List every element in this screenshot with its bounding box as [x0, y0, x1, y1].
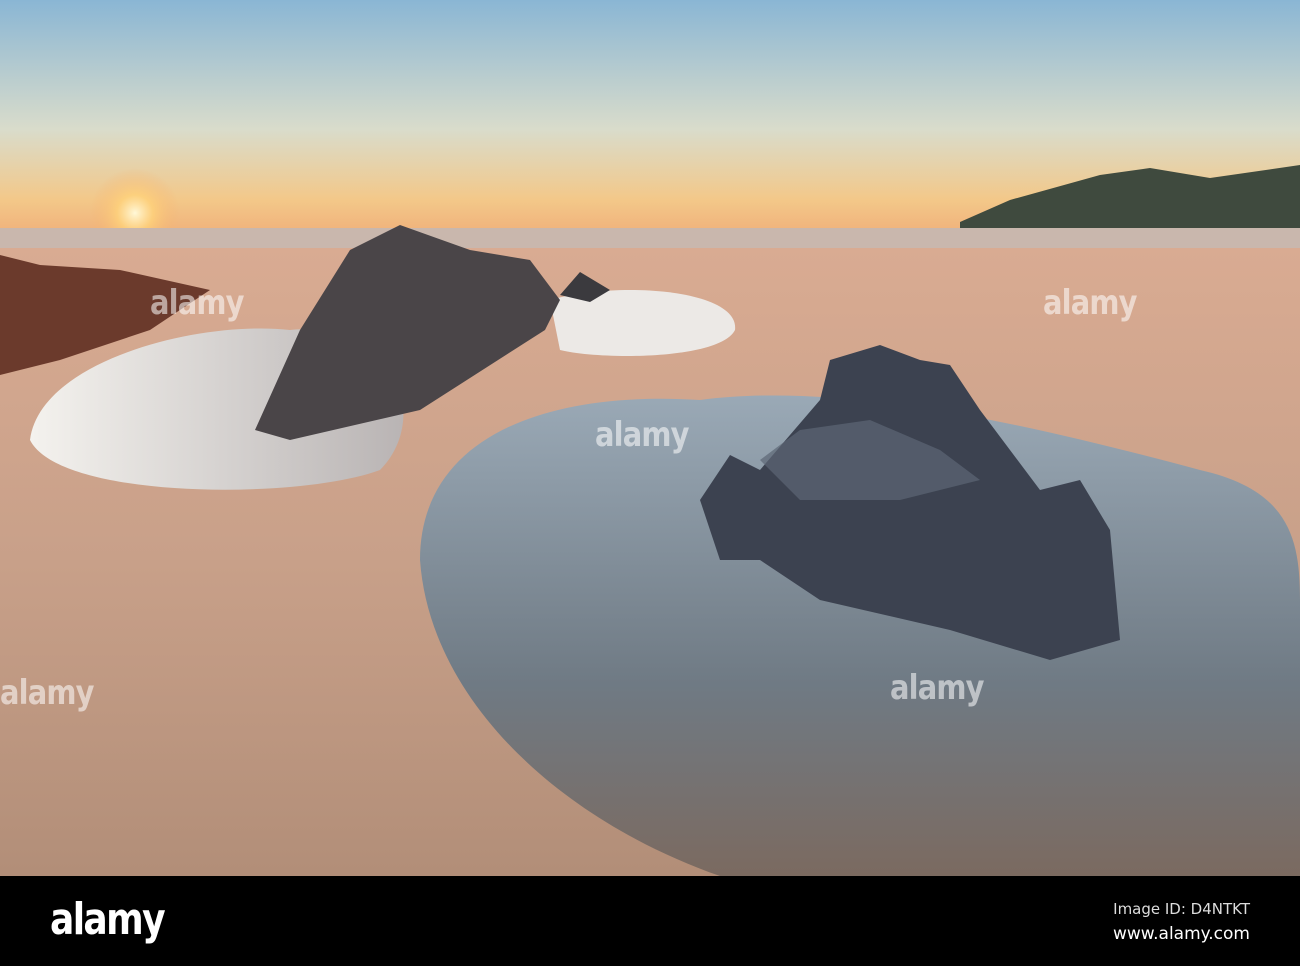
site-url: www.alamy.com [1112, 924, 1250, 944]
watermark: alamy [150, 283, 244, 323]
watermark: alamy [0, 673, 94, 713]
stock-photo: alamy alamy alamy alamy alamy alamy Imag… [0, 0, 1300, 966]
sea [0, 228, 1300, 250]
alamy-logo: alamy [50, 894, 166, 945]
footer-bar: alamy Image ID: D4NTKT www.alamy.com [0, 876, 1300, 966]
watermark: alamy [890, 668, 984, 708]
image-id: Image ID: D4NTKT [1113, 900, 1250, 918]
watermark: alamy [1043, 283, 1137, 323]
watermark: alamy [595, 415, 689, 455]
